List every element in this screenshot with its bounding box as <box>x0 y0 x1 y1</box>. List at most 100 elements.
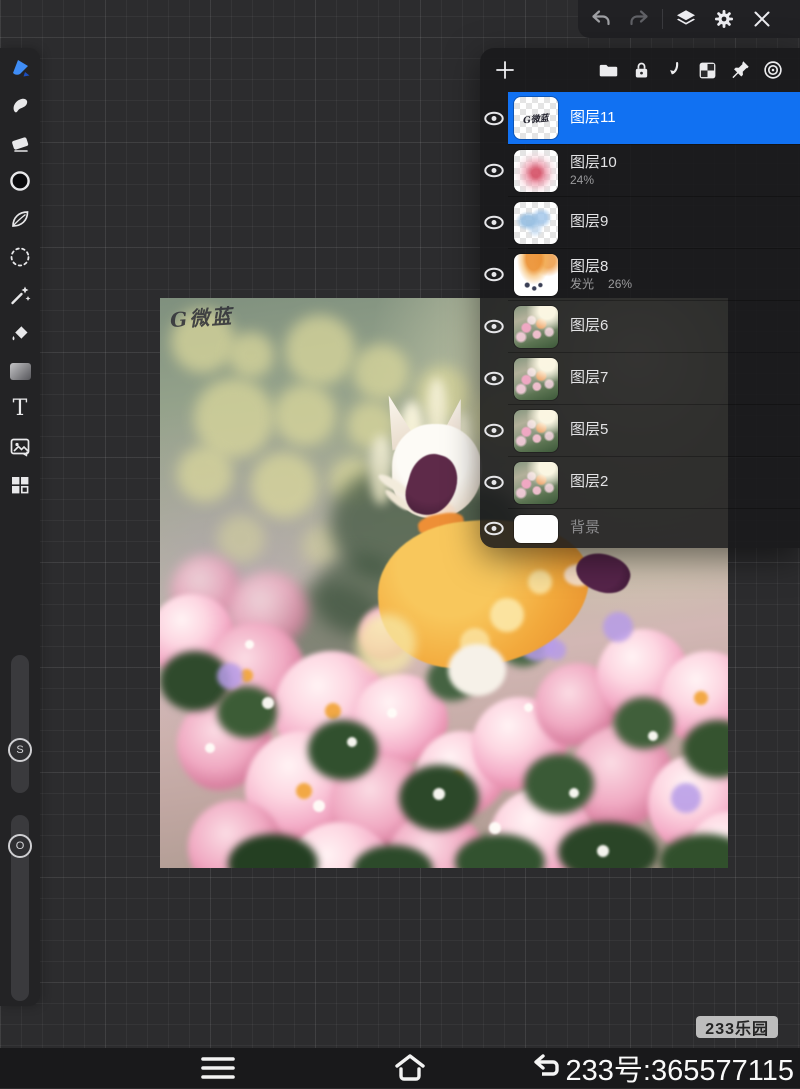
nav-back-icon[interactable] <box>528 1052 564 1084</box>
tool-image[interactable] <box>0 428 40 466</box>
layer-row[interactable]: 背景 <box>480 508 800 548</box>
merge-down-button[interactable] <box>659 55 689 85</box>
eye-icon <box>483 371 505 386</box>
settings-button[interactable] <box>705 2 743 36</box>
layer-row[interactable]: 图层10 24% <box>480 144 800 196</box>
brush-size-slider[interactable] <box>11 655 29 793</box>
layer-eye-column <box>480 196 508 248</box>
tool-gradient[interactable] <box>0 352 40 390</box>
layer-name: 图层10 <box>570 155 617 172</box>
layer-name: 图层11 <box>570 110 616 127</box>
redo-icon <box>627 7 651 31</box>
thumbnail-art <box>514 254 558 296</box>
layer-row-body: 背景 <box>508 508 800 548</box>
layer-row[interactable]: 图层7 <box>480 352 800 404</box>
layer-thumbnail[interactable] <box>514 202 558 244</box>
layer-thumbnail[interactable] <box>514 515 558 543</box>
layer-row-body: 图层7 <box>508 352 800 404</box>
layer-thumbnail[interactable] <box>514 410 558 452</box>
thumbnail-art <box>514 150 558 192</box>
lasso-icon <box>8 245 32 269</box>
layer-visibility-toggle[interactable] <box>483 423 505 438</box>
tool-smudge[interactable] <box>0 86 40 124</box>
lock-button[interactable] <box>626 55 656 85</box>
layer-visibility-toggle[interactable] <box>483 267 505 282</box>
alpha-checker-icon <box>697 60 718 81</box>
target-icon <box>762 59 784 81</box>
eye-icon <box>483 163 505 178</box>
nav-user-id: 233号:365577115 <box>566 1047 794 1089</box>
tool-fill[interactable] <box>0 314 40 352</box>
layer-row[interactable]: 图层5 <box>480 404 800 456</box>
layer-row[interactable]: 图层9 <box>480 196 800 248</box>
top-toolbar <box>578 0 800 38</box>
layer-labels: 图层10 24% <box>570 155 617 187</box>
layer-visibility-toggle[interactable] <box>483 111 505 126</box>
tool-eraser[interactable] <box>0 124 40 162</box>
layer-eye-column <box>480 92 508 144</box>
layer-visibility-toggle[interactable] <box>483 215 505 230</box>
fill-icon <box>8 321 32 345</box>
layer-opacity: 26% <box>608 278 632 290</box>
color-icon <box>8 169 32 193</box>
close-button[interactable] <box>743 2 781 36</box>
opacity-knob[interactable]: O <box>8 834 32 858</box>
layer-row[interactable]: 图层8 发光 26% <box>480 248 800 300</box>
layer-labels: 图层8 发光 26% <box>570 259 632 291</box>
layer-thumbnail[interactable] <box>514 358 558 400</box>
layer-visibility-toggle[interactable] <box>483 371 505 386</box>
layer-visibility-toggle[interactable] <box>483 475 505 490</box>
tool-color[interactable] <box>0 162 40 200</box>
layer-row-body: G微蓝图层11 <box>508 92 800 144</box>
layer-row[interactable]: 图层2 <box>480 456 800 508</box>
eye-icon <box>483 521 505 536</box>
layer-thumbnail[interactable] <box>514 254 558 296</box>
layer-visibility-toggle[interactable] <box>483 521 505 536</box>
layer-row[interactable]: G微蓝图层11 <box>480 92 800 144</box>
tool-brush[interactable] <box>0 48 40 86</box>
layer-blend-mode: 发光 <box>570 278 594 290</box>
layers-button[interactable] <box>667 2 705 36</box>
tool-sidebar: T S O <box>0 48 40 1006</box>
undo-icon <box>589 7 613 31</box>
tool-text[interactable]: T <box>0 390 40 428</box>
layer-thumbnail[interactable]: G微蓝 <box>514 97 558 139</box>
layer-name: 背景 <box>570 520 600 537</box>
eye-icon <box>483 111 505 126</box>
undo-button[interactable] <box>582 2 620 36</box>
target-button[interactable] <box>758 55 788 85</box>
tool-lasso[interactable] <box>0 238 40 276</box>
layer-row-body: 图层5 <box>508 404 800 456</box>
layer-labels: 图层2 <box>570 474 608 491</box>
add-layer-button[interactable] <box>490 55 520 85</box>
layers-panel: G微蓝图层11 图层10 24% 图层9 图层8 发光 26% 图层6图层7图层5 图层2 背景 <box>480 48 800 548</box>
redo-button[interactable] <box>620 2 658 36</box>
layer-meta: 24% <box>570 174 617 186</box>
layer-row[interactable]: 图层6 <box>480 300 800 352</box>
layer-eye-column <box>480 404 508 456</box>
nav-home-button[interactable] <box>392 1053 428 1083</box>
leaf-icon <box>8 207 32 231</box>
tool-magic-wand[interactable] <box>0 276 40 314</box>
layer-visibility-toggle[interactable] <box>483 319 505 334</box>
layer-thumbnail[interactable] <box>514 150 558 192</box>
layer-thumbnail[interactable] <box>514 462 558 504</box>
layer-labels: 图层9 <box>570 214 608 231</box>
alpha-checker-button[interactable] <box>692 55 722 85</box>
layer-visibility-toggle[interactable] <box>483 163 505 178</box>
layer-name: 图层8 <box>570 259 632 276</box>
gradient-icon <box>10 363 31 380</box>
image-icon <box>8 435 32 459</box>
folder-button[interactable] <box>593 55 623 85</box>
layer-meta: 发光 26% <box>570 278 632 290</box>
layer-eye-column <box>480 352 508 404</box>
eye-icon <box>483 423 505 438</box>
layer-thumbnail[interactable] <box>514 306 558 348</box>
tool-shapes[interactable] <box>0 466 40 504</box>
nav-menu-button[interactable] <box>200 1056 236 1080</box>
system-navbar: 233号:365577115 <box>0 1048 800 1088</box>
pin-button[interactable] <box>725 55 755 85</box>
brush-size-knob-label: S <box>16 744 23 756</box>
brush-size-knob[interactable]: S <box>8 738 32 762</box>
tool-leaf[interactable] <box>0 200 40 238</box>
